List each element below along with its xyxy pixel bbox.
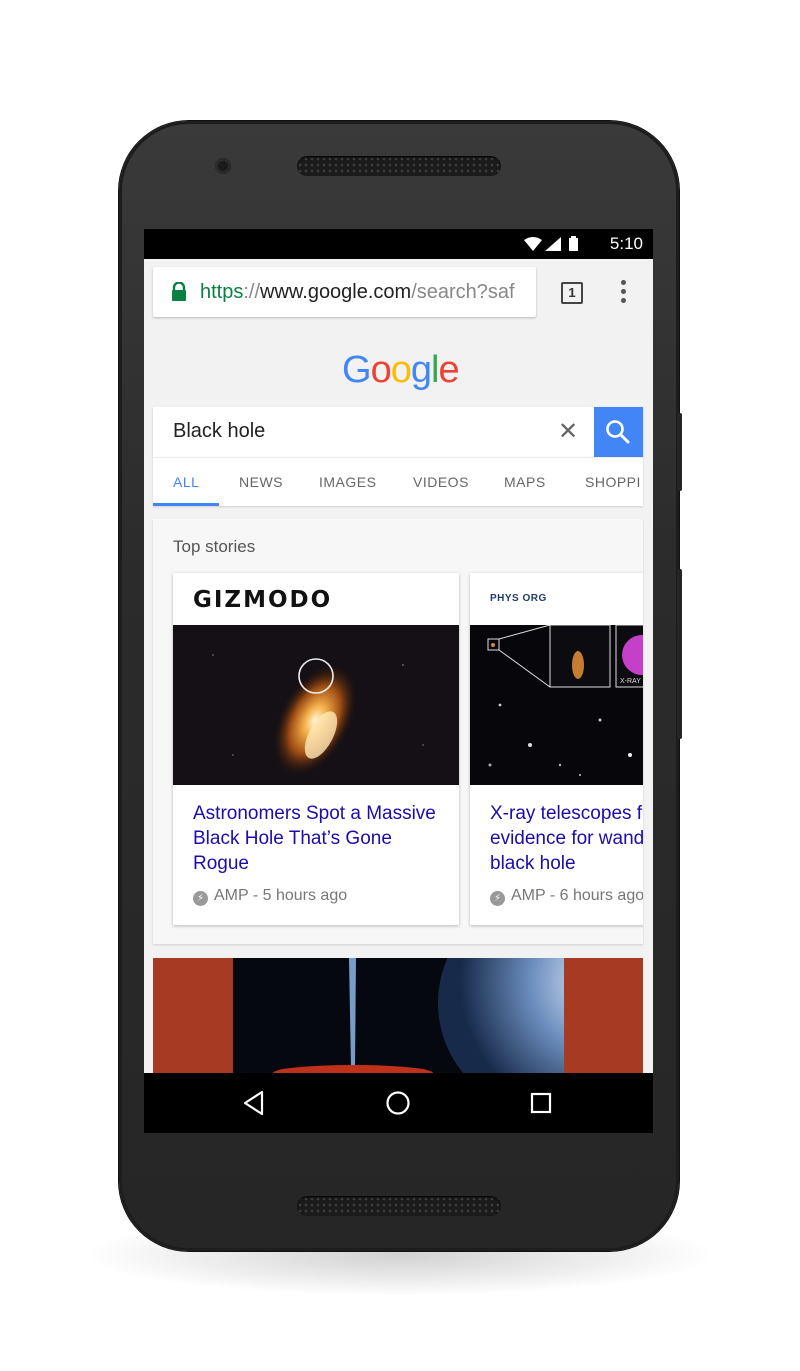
clear-icon[interactable]: ✕: [558, 417, 578, 446]
overflow-menu-icon[interactable]: [620, 280, 626, 304]
volume-button: [677, 569, 682, 739]
lock-icon: [172, 282, 186, 301]
tab-all[interactable]: ALL: [173, 474, 199, 490]
android-nav-bar: [144, 1073, 653, 1133]
url-path: /search?saf: [411, 281, 515, 303]
home-icon[interactable]: [385, 1090, 411, 1116]
power-button: [677, 413, 682, 491]
story-meta: ⚡ AMP - 5 hours ago: [193, 887, 347, 906]
story-meta-text: AMP - 6 hours ago: [511, 887, 643, 904]
url-separator: ://: [243, 281, 261, 303]
search-results-page: Google Black hole ✕ ALL NEWS IMAGES VIDE…: [144, 329, 653, 1073]
story-card[interactable]: PHYS ORG X-RAY X-ray telescopes fi evide…: [470, 573, 643, 925]
phone-frame: 5:10 https://www.google.com/search?saf 1…: [119, 121, 682, 1251]
active-tab-indicator: [153, 503, 219, 506]
battery-icon: [569, 238, 578, 251]
url-text: https://www.google.com/search?saf: [200, 281, 530, 304]
search-icon: [606, 420, 630, 444]
google-logo[interactable]: Google: [342, 349, 460, 392]
xray-label: X-RAY: [620, 678, 641, 685]
story-meta: ⚡ AMP - 6 hours ago: [490, 887, 643, 906]
tab-shopping[interactable]: SHOPPI: [585, 474, 641, 490]
story-image: [173, 625, 459, 785]
address-bar[interactable]: https://www.google.com/search?saf: [153, 267, 536, 317]
publisher-logo-physorg: PHYS ORG: [490, 593, 547, 604]
tab-switcher-button[interactable]: 1: [561, 282, 583, 304]
amp-lightning-icon: ⚡: [490, 891, 505, 906]
story-meta-text: AMP - 5 hours ago: [214, 887, 348, 904]
tab-maps[interactable]: MAPS: [504, 474, 546, 490]
publisher-logo-gizmodo: GIZMODO: [193, 587, 333, 613]
front-camera: [215, 158, 231, 174]
tab-images[interactable]: IMAGES: [319, 474, 376, 490]
next-story-image[interactable]: [153, 958, 643, 1073]
top-stories-section: Top stories GIZMODO Astronomers Spot a M…: [153, 519, 643, 944]
amp-lightning-icon: ⚡: [193, 891, 208, 906]
tab-news[interactable]: NEWS: [239, 474, 283, 490]
top-stories-title: Top stories: [173, 537, 256, 556]
wifi-icon: [524, 237, 542, 251]
browser-toolbar: https://www.google.com/search?saf 1: [144, 259, 653, 330]
recents-icon[interactable]: [530, 1090, 552, 1116]
search-input[interactable]: Black hole: [173, 420, 265, 443]
back-icon[interactable]: [242, 1090, 266, 1116]
bottom-speaker: [297, 1196, 501, 1216]
story-headline[interactable]: Astronomers Spot a Massive Black Hole Th…: [193, 801, 451, 876]
story-headline[interactable]: X-ray telescopes fi evidence for wande b…: [490, 801, 643, 876]
status-time: 5:10: [609, 234, 643, 253]
search-box: Black hole ✕: [153, 407, 643, 457]
status-bar: 5:10: [144, 229, 653, 259]
status-icons: [524, 236, 578, 251]
url-scheme: https: [200, 281, 244, 303]
url-host: www.google.com: [260, 281, 412, 303]
screen: 5:10 https://www.google.com/search?saf 1…: [144, 229, 653, 1133]
story-image: X-RAY: [470, 625, 643, 785]
top-speaker: [297, 156, 501, 176]
signal-icon: [545, 237, 561, 251]
tab-videos[interactable]: VIDEOS: [413, 474, 469, 490]
search-tabs: ALL NEWS IMAGES VIDEOS MAPS SHOPPI: [153, 457, 643, 506]
google-logo-text: G: [342, 349, 372, 391]
search-button[interactable]: [594, 407, 643, 457]
story-card[interactable]: GIZMODO Astronomers Spot a Massive Black…: [173, 573, 459, 925]
